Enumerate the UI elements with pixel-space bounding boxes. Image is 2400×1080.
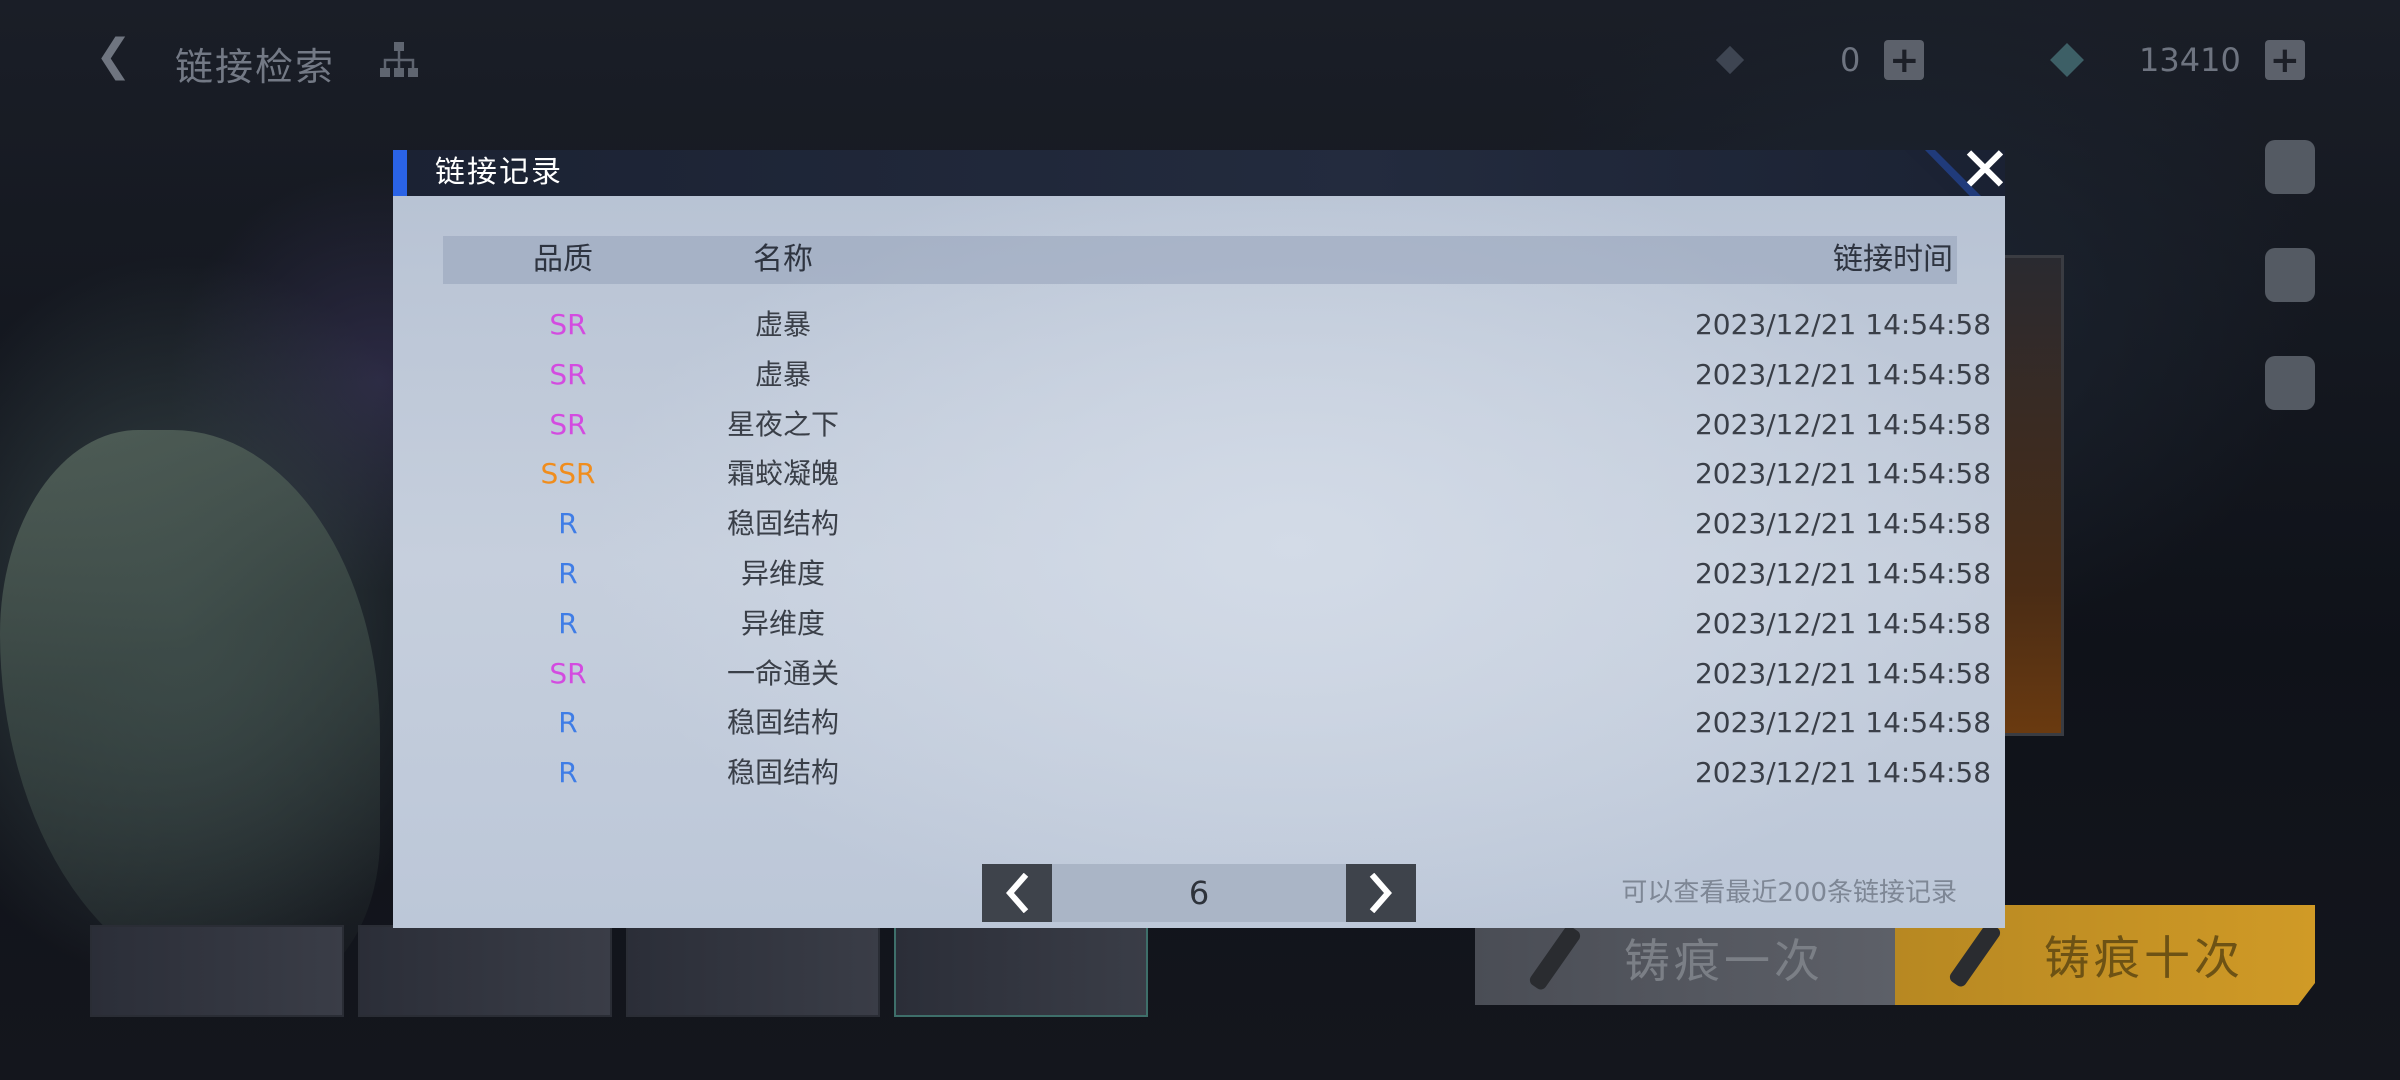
- name-cell: 稳固结构: [726, 706, 839, 740]
- shop-icon: [2265, 356, 2315, 410]
- pagination: 6: [982, 864, 1416, 922]
- time-cell: 2023/12/21 14:54:58: [1694, 308, 1992, 341]
- dialog-title: 链接记录: [435, 155, 563, 190]
- quality-cell: R: [558, 556, 578, 590]
- table-row: SR 一命通关 2023/12/21 14:54:58: [443, 649, 1991, 699]
- prev-page-button[interactable]: [982, 864, 1052, 922]
- banner-thumb[interactable]: [358, 925, 612, 1017]
- name-cell: 一命通关: [726, 656, 839, 690]
- side-button-3[interactable]: [2262, 356, 2318, 452]
- quality-cell: SR: [549, 407, 587, 441]
- pull-ten-label: 铸痕十次: [2044, 931, 2244, 985]
- time-cell: 2023/12/21 14:54:58: [1694, 357, 1992, 391]
- name-cell: 虚暴: [754, 357, 811, 391]
- pen-icon: [1527, 923, 1583, 992]
- hexagon-icon: [2265, 140, 2315, 194]
- add-resource-1-button[interactable]: +: [1884, 40, 1925, 81]
- table-row: SSR 霜蛟凝魄 2023/12/21 14:54:58: [443, 449, 1991, 499]
- resource-count-2: 13410: [2139, 41, 2241, 79]
- name-cell: 虚暴: [754, 308, 811, 341]
- page-title: 链接检索: [175, 45, 336, 89]
- resource-currency-2: 13410 +: [2050, 38, 2305, 82]
- banner-thumb-selected[interactable]: [894, 925, 1148, 1017]
- banner-thumb[interactable]: [626, 925, 880, 1017]
- time-cell: 2023/12/21 14:54:58: [1694, 556, 1992, 590]
- page-number: 6: [1052, 864, 1346, 922]
- table-header: 品质 名称 链接时间: [443, 236, 1957, 284]
- time-cell: 2023/12/21 14:54:58: [1694, 606, 1992, 640]
- side-button-1[interactable]: [2262, 140, 2318, 236]
- banner-thumbnails: [90, 925, 1190, 1017]
- quality-cell: SR: [549, 656, 587, 690]
- time-cell: 2023/12/21 14:54:58: [1694, 457, 1992, 491]
- resource-count-1: 0: [1840, 41, 1861, 79]
- name-cell: 稳固结构: [726, 756, 839, 790]
- side-menu: [2262, 140, 2322, 464]
- table-row: SR 虚暴 2023/12/21 14:54:58: [443, 350, 1991, 400]
- quality-cell: SR: [549, 308, 587, 341]
- add-resource-2-button[interactable]: +: [2264, 40, 2305, 81]
- resource-gem-icon: [1715, 45, 1745, 75]
- records-list: SR 虚暴 2023/12/21 14:54:58 SR 虚暴 2023/12/…: [443, 300, 1991, 798]
- top-bar: ❮ 链接检索 0 + 13410 +: [0, 0, 2400, 120]
- name-cell: 稳固结构: [726, 507, 839, 541]
- column-quality: 品质: [533, 242, 593, 277]
- table-row: SR 星夜之下 2023/12/21 14:54:58: [443, 400, 1991, 450]
- time-cell: 2023/12/21 14:54:58: [1694, 407, 1992, 441]
- time-cell: 2023/12/21 14:54:58: [1694, 507, 1992, 541]
- banner-thumb[interactable]: [90, 925, 344, 1017]
- link-records-dialog: 链接记录 品质 名称 链接时间 SR 虚暴 2023/12/21 14:54:5…: [393, 150, 2005, 928]
- document-icon: [2265, 248, 2315, 302]
- time-cell: 2023/12/21 14:54:58: [1694, 706, 1992, 740]
- back-arrow-icon[interactable]: ❮: [95, 34, 135, 78]
- dialog-body: 品质 名称 链接时间 SR 虚暴 2023/12/21 14:54:58 SR …: [393, 196, 2005, 928]
- name-cell: 异维度: [740, 606, 825, 640]
- resource-crystal-icon: [2050, 43, 2084, 77]
- pen-icon: [1947, 921, 2003, 989]
- character-art: [0, 430, 380, 990]
- quality-cell: R: [558, 706, 578, 740]
- table-row: R 稳固结构 2023/12/21 14:54:58: [443, 698, 1991, 748]
- time-cell: 2023/12/21 14:54:58: [1694, 756, 1992, 790]
- column-time: 链接时间: [1833, 242, 1953, 277]
- quality-cell: SR: [549, 357, 587, 391]
- table-row: R 异维度 2023/12/21 14:54:58: [443, 599, 1991, 649]
- table-row: R 稳固结构 2023/12/21 14:54:58: [443, 499, 1991, 549]
- quality-cell: R: [558, 756, 578, 790]
- dialog-header: 链接记录: [393, 150, 2005, 250]
- records-hint: 可以查看最近200条链接记录: [1621, 878, 1957, 908]
- quality-cell: R: [558, 606, 578, 640]
- name-cell: 星夜之下: [726, 407, 839, 441]
- chevron-left-icon: [1006, 873, 1029, 913]
- side-button-2[interactable]: [2262, 248, 2318, 344]
- name-cell: 异维度: [740, 556, 825, 590]
- pull-once-label: 铸痕一次: [1624, 933, 1824, 988]
- chevron-right-icon: [1369, 873, 1392, 913]
- table-row: SR 虚暴 2023/12/21 14:54:58: [443, 300, 1991, 350]
- resource-currency-1: 0 +: [1715, 38, 1925, 82]
- column-name: 名称: [753, 242, 813, 277]
- name-cell: 霜蛟凝魄: [726, 457, 839, 491]
- table-row: R 稳固结构 2023/12/21 14:54:58: [443, 748, 1991, 798]
- hierarchy-icon[interactable]: [378, 40, 420, 80]
- quality-cell: SSR: [540, 457, 596, 491]
- table-row: R 异维度 2023/12/21 14:54:58: [443, 549, 1991, 599]
- quality-cell: R: [558, 507, 578, 541]
- next-page-button[interactable]: [1346, 864, 1416, 922]
- close-icon[interactable]: ✕: [1955, 139, 2015, 201]
- header-accent-bar: [393, 150, 407, 196]
- time-cell: 2023/12/21 14:54:58: [1694, 656, 1992, 690]
